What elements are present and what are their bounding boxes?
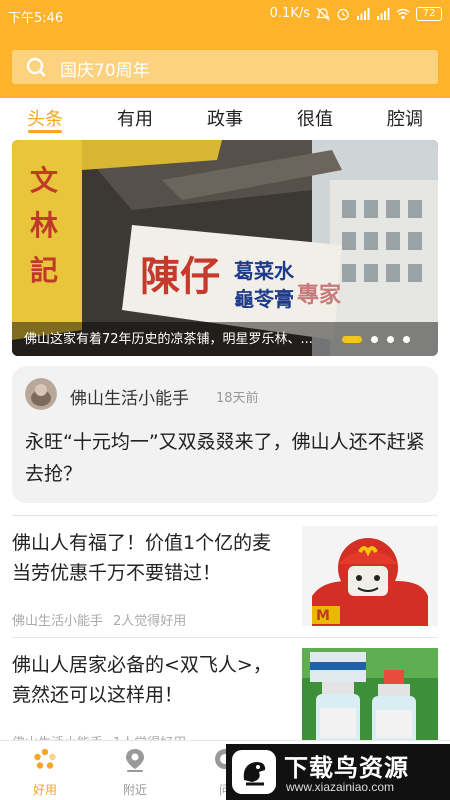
signal-icon-2 xyxy=(377,7,390,20)
article-title[interactable]: 佛山人有福了！价值1个亿的麦当劳优惠千万不要错过！ xyxy=(12,528,282,588)
search-bar[interactable]: 国庆70周年 xyxy=(12,50,438,84)
post-card[interactable]: 佛山生活小能手 18天前 永旺“十元均一”又双叒叕来了，佛山人还不赶紧去抢？ xyxy=(12,366,438,503)
mute-icon xyxy=(316,7,330,20)
status-time: 下午5:46 xyxy=(8,11,64,26)
tab-headlines[interactable]: 头条 xyxy=(0,98,90,138)
carousel-dot-active[interactable] xyxy=(342,336,362,343)
wifi-icon xyxy=(396,8,410,19)
banner-caption: 佛山这家有着72年历史的凉茶铺，明星罗乐林、... xyxy=(24,332,313,347)
flower-icon xyxy=(34,748,56,769)
carousel-dot[interactable] xyxy=(371,336,378,343)
article-meta: 佛山生活小能手 2人觉得好用 xyxy=(12,610,186,629)
svg-text:記: 記 xyxy=(30,254,58,287)
sign-sub-text-3: 專家 xyxy=(297,282,342,308)
avatar[interactable] xyxy=(25,378,57,410)
tab-deals[interactable]: 很值 xyxy=(270,98,360,138)
nav-item-useful[interactable]: 好用 xyxy=(0,741,90,800)
tab-style[interactable]: 腔调 xyxy=(360,98,450,138)
search-placeholder: 国庆70周年 xyxy=(60,61,150,81)
status-right: 0.1K/s 72 xyxy=(270,6,442,21)
sign-sub-text-2: 龜苓膏 xyxy=(234,287,294,311)
category-tabs: 头条 有用 政事 很值 腔调 xyxy=(0,98,450,138)
article-title[interactable]: 佛山人居家必备的<双飞人>，竟然还可以这样用！ xyxy=(12,650,282,710)
article-source: 佛山生活小能手 xyxy=(12,614,104,629)
banner-carousel[interactable]: 文林記 陳仔 葛菜水 龜苓膏 專家 佛山这家有着72年历史的凉茶铺，明星罗乐林、… xyxy=(12,140,438,356)
post-time: 18天前 xyxy=(216,391,259,406)
tab-politics[interactable]: 政事 xyxy=(180,98,270,138)
search-icon xyxy=(26,57,46,77)
article-likes: 2人觉得好用 xyxy=(113,614,187,629)
status-bar: 下午5:46 0.1K/s 72 xyxy=(0,0,450,32)
app-header: 下午5:46 0.1K/s 72 国庆70周年 xyxy=(0,0,450,98)
nav-label: 附近 xyxy=(122,783,147,797)
alarm-icon xyxy=(337,8,349,20)
network-speed: 0.1K/s xyxy=(269,6,310,21)
article-item[interactable]: 佛山人有福了！价值1个亿的麦当劳优惠千万不要错过！ 佛山生活小能手 2人觉得好用 … xyxy=(12,515,438,635)
tab-useful[interactable]: 有用 xyxy=(90,98,180,138)
article-thumbnail xyxy=(302,648,438,748)
nav-label: 好用 xyxy=(32,783,57,797)
post-text[interactable]: 永旺“十元均一”又双叒叕来了，佛山人还不赶紧去抢？ xyxy=(25,426,427,490)
post-author[interactable]: 佛山生活小能手 xyxy=(70,384,189,409)
article-thumbnail: M xyxy=(302,526,438,626)
svg-text:M: M xyxy=(316,608,330,624)
svg-text:文: 文 xyxy=(30,164,58,197)
watermark-url: www.xiazainiao.com xyxy=(286,780,395,794)
sign-main-text: 陳仔 xyxy=(140,253,220,300)
battery-indicator: 72 xyxy=(416,6,442,21)
bird-logo-icon xyxy=(232,750,276,794)
carousel-dot[interactable] xyxy=(387,336,394,343)
article-item[interactable]: 佛山人居家必备的<双飞人>，竟然还可以这样用！ 佛山生活小能手1人觉得好用 xyxy=(12,637,438,757)
location-icon xyxy=(126,749,144,772)
nav-item-nearby[interactable]: 附近 xyxy=(90,741,180,800)
svg-text:林: 林 xyxy=(30,209,58,242)
signal-icon xyxy=(357,7,370,20)
site-watermark: 下载鸟资源 www.xiazainiao.com xyxy=(226,744,450,800)
sign-sub-text-1: 葛菜水 xyxy=(233,259,295,283)
carousel-indicator xyxy=(342,336,410,343)
carousel-dot[interactable] xyxy=(403,336,410,343)
watermark-title: 下载鸟资源 xyxy=(284,754,409,782)
